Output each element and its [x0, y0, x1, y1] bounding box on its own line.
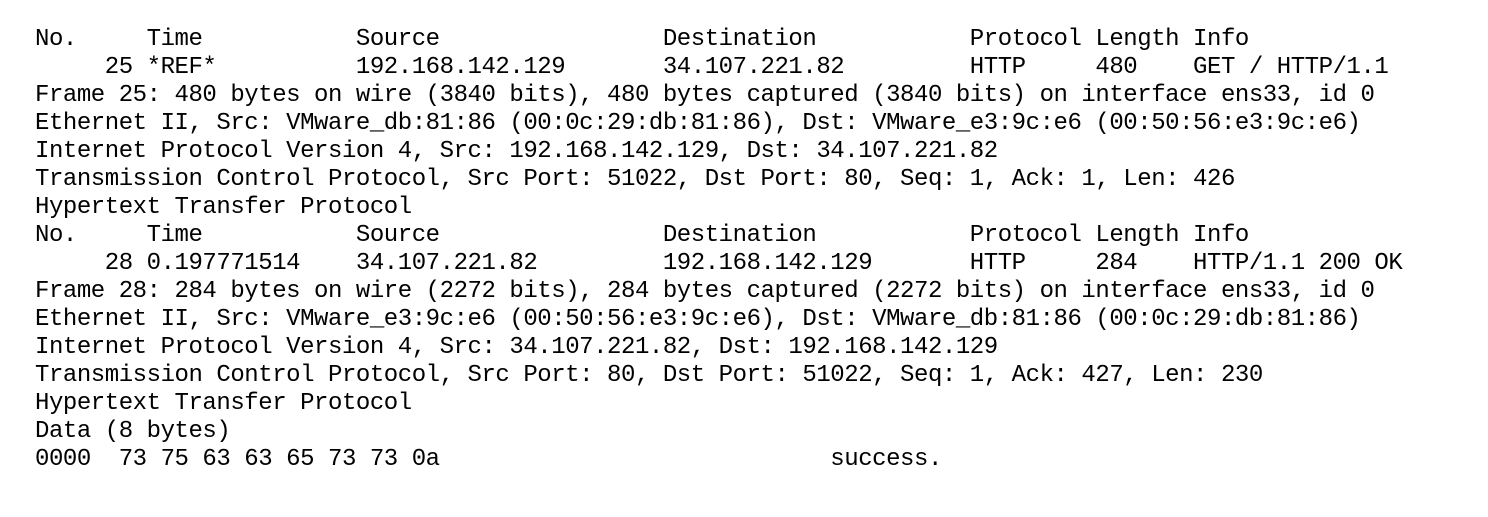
- http-detail-line: Hypertext Transfer Protocol: [35, 194, 412, 221]
- hexdump-line: 0000 73 75 63 63 65 73 73 0a success.: [35, 446, 942, 473]
- tcp-detail-line: Transmission Control Protocol, Src Port:…: [35, 166, 1235, 193]
- ethernet-detail-line: Ethernet II, Src: VMware_e3:9c:e6 (00:50…: [35, 306, 1361, 333]
- frame-detail-line: Frame 25: 480 bytes on wire (3840 bits),…: [35, 82, 1375, 109]
- frame-detail-line: Frame 28: 284 bytes on wire (2272 bits),…: [35, 278, 1375, 305]
- http-detail-line: Hypertext Transfer Protocol: [35, 390, 412, 417]
- packet-capture-output: No. Time Source Destination Protocol Len…: [35, 26, 1403, 474]
- ip-detail-line: Internet Protocol Version 4, Src: 192.16…: [35, 138, 998, 165]
- data-detail-line: Data (8 bytes): [35, 418, 231, 445]
- ethernet-detail-line: Ethernet II, Src: VMware_db:81:86 (00:0c…: [35, 110, 1361, 137]
- packet-list-header: No. Time Source Destination Protocol Len…: [35, 222, 1249, 249]
- tcp-detail-line: Transmission Control Protocol, Src Port:…: [35, 362, 1263, 389]
- packet-summary-row[interactable]: 25 *REF* 192.168.142.129 34.107.221.82 H…: [35, 54, 1402, 82]
- ip-detail-line: Internet Protocol Version 4, Src: 34.107…: [35, 334, 998, 361]
- packet-summary-row[interactable]: 28 0.197771514 34.107.221.82 192.168.142…: [35, 250, 1403, 278]
- packet-list-header: No. Time Source Destination Protocol Len…: [35, 26, 1249, 53]
